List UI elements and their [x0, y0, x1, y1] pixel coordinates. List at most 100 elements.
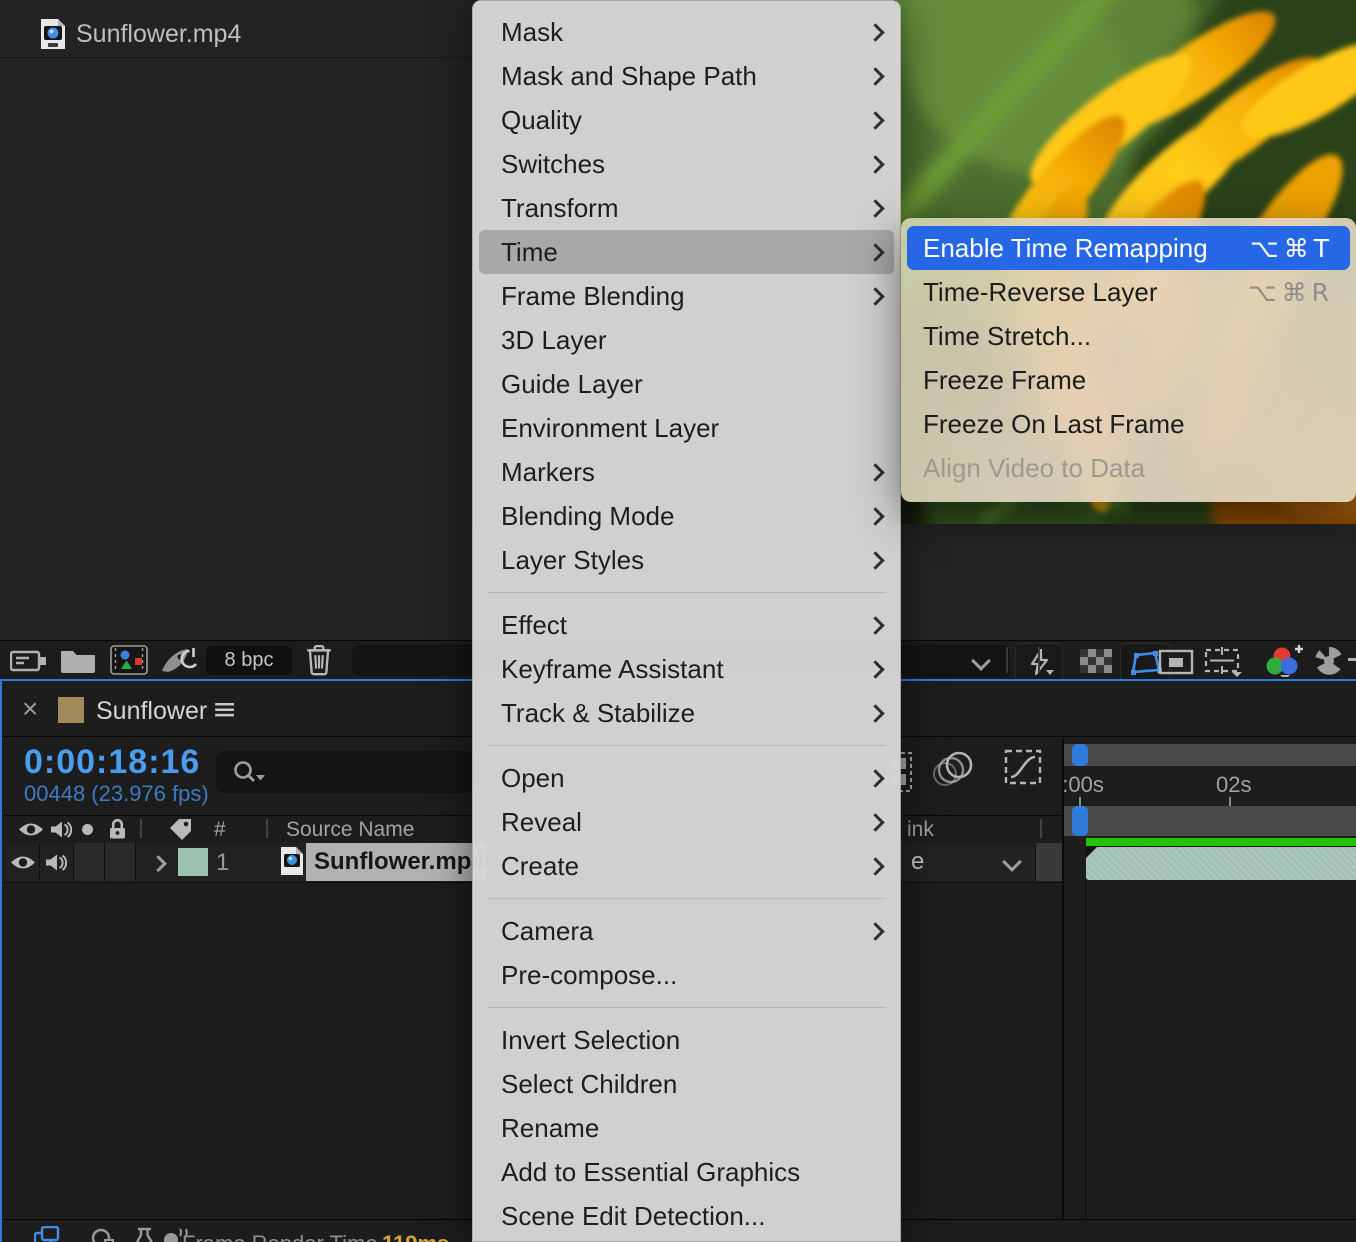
layer-context-menu: Mask Mask and Shape Path Quality Switche…	[472, 0, 901, 1242]
render-rocket-icon[interactable]	[160, 645, 200, 682]
menu-item-mask[interactable]: Mask	[473, 10, 900, 54]
menu-separator	[487, 1007, 886, 1008]
column-source-name[interactable]: Source Name	[286, 818, 414, 842]
motion-blur-icon[interactable]	[932, 749, 976, 794]
layer-switches-toggle-icon[interactable]	[90, 1227, 116, 1242]
rendered-frames-bar	[1086, 838, 1356, 846]
graph-editor-icon[interactable]	[1002, 747, 1046, 794]
menu-item-blending-mode[interactable]: Blending Mode	[473, 494, 900, 538]
project-toolbar: 8 bpc	[0, 640, 472, 680]
timeline-tab-label[interactable]: Sunflower	[96, 697, 207, 726]
layer-expand-chevron[interactable]	[146, 854, 167, 875]
menu-item-camera[interactable]: Camera	[473, 909, 900, 953]
chevron-right-icon	[866, 507, 884, 525]
search-input[interactable]	[216, 751, 476, 793]
menu-item-create[interactable]: Create	[473, 844, 900, 888]
menu-item-invert-selection[interactable]: Invert Selection	[473, 1018, 900, 1062]
work-area-bar[interactable]	[1064, 806, 1356, 836]
interpret-footage-icon[interactable]	[10, 648, 48, 679]
current-time-indicator[interactable]	[1072, 806, 1088, 836]
menu-item-add-to-essential-graphics[interactable]: Add to Essential Graphics	[473, 1150, 900, 1194]
menu-item-mask-and-shape-path[interactable]: Mask and Shape Path	[473, 54, 900, 98]
mini-flowchart-icon[interactable]	[34, 1226, 62, 1242]
menu-item-layer-styles[interactable]: Layer Styles	[473, 538, 900, 582]
menu-item-guide-layer[interactable]: Guide Layer	[473, 362, 900, 406]
lock-toggle-cell[interactable]	[105, 843, 136, 881]
menu-item-time[interactable]: Time	[479, 230, 894, 274]
solo-dot-icon[interactable]	[82, 824, 93, 835]
menu-item-markers[interactable]: Markers	[473, 450, 900, 494]
frame-info: 00448 (23.976 fps)	[24, 781, 209, 807]
project-item-label: Sunflower	[76, 0, 187, 2]
menu-item-rename[interactable]: Rename	[473, 1106, 900, 1150]
menu-item-scene-edit-detection[interactable]: Scene Edit Detection...	[473, 1194, 900, 1238]
frame-render-time-value: 119ms	[382, 1231, 449, 1242]
time-navigator-bar[interactable]	[1064, 744, 1356, 766]
chevron-right-icon	[866, 111, 884, 129]
menu-item-keyframe-assistant[interactable]: Keyframe Assistant	[473, 647, 900, 691]
layer-duration-bar[interactable]	[1086, 847, 1356, 880]
menu-item-3d-layer[interactable]: 3D Layer	[473, 318, 900, 362]
submenu-item-time-stretch[interactable]: Time Stretch...	[907, 314, 1350, 358]
menu-item-transform[interactable]: Transform	[473, 186, 900, 230]
lock-icon[interactable]	[108, 818, 127, 845]
chevron-right-icon	[866, 769, 884, 787]
chevron-right-icon	[866, 704, 884, 722]
channels-rgb-icon[interactable]	[1262, 645, 1304, 682]
eye-icon[interactable]	[10, 854, 36, 876]
project-item-sunflower-mp4[interactable]: Sunflower.mp4	[0, 11, 472, 58]
layer-color-swatch[interactable]	[178, 848, 208, 876]
column-number[interactable]: #	[214, 818, 226, 842]
submenu-item-freeze-on-last-frame[interactable]: Freeze On Last Frame	[907, 402, 1350, 446]
menu-item-open[interactable]: Open	[473, 756, 900, 800]
solo-toggle-cell[interactable]	[74, 843, 105, 881]
chevron-right-icon	[866, 922, 884, 940]
layer-number: 1	[216, 849, 229, 877]
submenu-item-freeze-frame[interactable]: Freeze Frame	[907, 358, 1350, 402]
menu-item-pre-compose[interactable]: Pre-compose...	[473, 953, 900, 997]
project-item-sunflower-comp[interactable]: Sunflower	[0, 0, 472, 10]
search-icon	[230, 759, 270, 792]
region-of-interest-icon[interactable]	[1158, 649, 1194, 680]
chevron-right-icon	[866, 199, 884, 217]
column-parent-link-clipped[interactable]: ink	[907, 818, 934, 842]
folder-icon[interactable]	[60, 647, 96, 679]
parent-link-dropdown[interactable]: e	[905, 843, 1036, 881]
menu-item-select-children[interactable]: Select Children	[473, 1062, 900, 1106]
transfer-controls-toggle-icon[interactable]	[132, 1227, 158, 1242]
shortcut-label: ⌥⌘T	[1250, 234, 1334, 263]
time-navigator-handle[interactable]	[1072, 744, 1088, 766]
chevron-right-icon	[866, 243, 884, 261]
new-composition-icon[interactable]	[110, 645, 148, 681]
mp4-file-icon	[280, 846, 304, 881]
eye-icon[interactable]	[18, 821, 44, 843]
speaker-icon[interactable]	[50, 820, 72, 844]
menu-item-reveal[interactable]: Reveal	[473, 800, 900, 844]
submenu-item-time-reverse-layer[interactable]: Time-Reverse Layer⌥⌘R	[907, 270, 1350, 314]
current-timecode[interactable]: 0:00:18:16	[24, 743, 200, 782]
parent-pickwhip-cell[interactable]	[1036, 843, 1064, 881]
exposure-shutter-icon[interactable]	[1312, 645, 1346, 682]
menu-item-effect[interactable]: Effect	[473, 603, 900, 647]
speaker-icon[interactable]	[45, 853, 67, 877]
guides-icon[interactable]	[1202, 647, 1244, 682]
shortcut-label: ⌥⌘R	[1248, 278, 1334, 307]
project-item-label: Sunflower.mp4	[76, 20, 241, 49]
trash-icon[interactable]	[305, 644, 333, 681]
project-panel: Sunflower Sunflower.mp4	[0, 0, 472, 640]
menu-item-environment-layer[interactable]: Environment Layer	[473, 406, 900, 450]
submenu-item-enable-time-remapping[interactable]: Enable Time Remapping⌥⌘T	[907, 226, 1350, 270]
transparency-grid-icon[interactable]	[1080, 649, 1112, 673]
bit-depth-button[interactable]: 8 bpc	[206, 646, 292, 675]
menu-item-switches[interactable]: Switches	[473, 142, 900, 186]
after-effects-app: Sunflower Sunflower.mp4 8 bpc	[0, 0, 1356, 1242]
layer-name-selected[interactable]: Sunflower.mp4	[306, 843, 486, 881]
hamburger-icon[interactable]: ≡	[212, 692, 237, 727]
menu-item-frame-blending[interactable]: Frame Blending	[473, 274, 900, 318]
close-icon[interactable]: ×	[22, 693, 38, 725]
submenu-item-align-video-to-data: Align Video to Data	[907, 446, 1350, 490]
menu-item-track-stabilize[interactable]: Track & Stabilize	[473, 691, 900, 735]
comp-color-swatch[interactable]	[58, 697, 84, 723]
time-ruler[interactable]: 0:00s 02s	[1064, 766, 1356, 806]
menu-item-quality[interactable]: Quality	[473, 98, 900, 142]
